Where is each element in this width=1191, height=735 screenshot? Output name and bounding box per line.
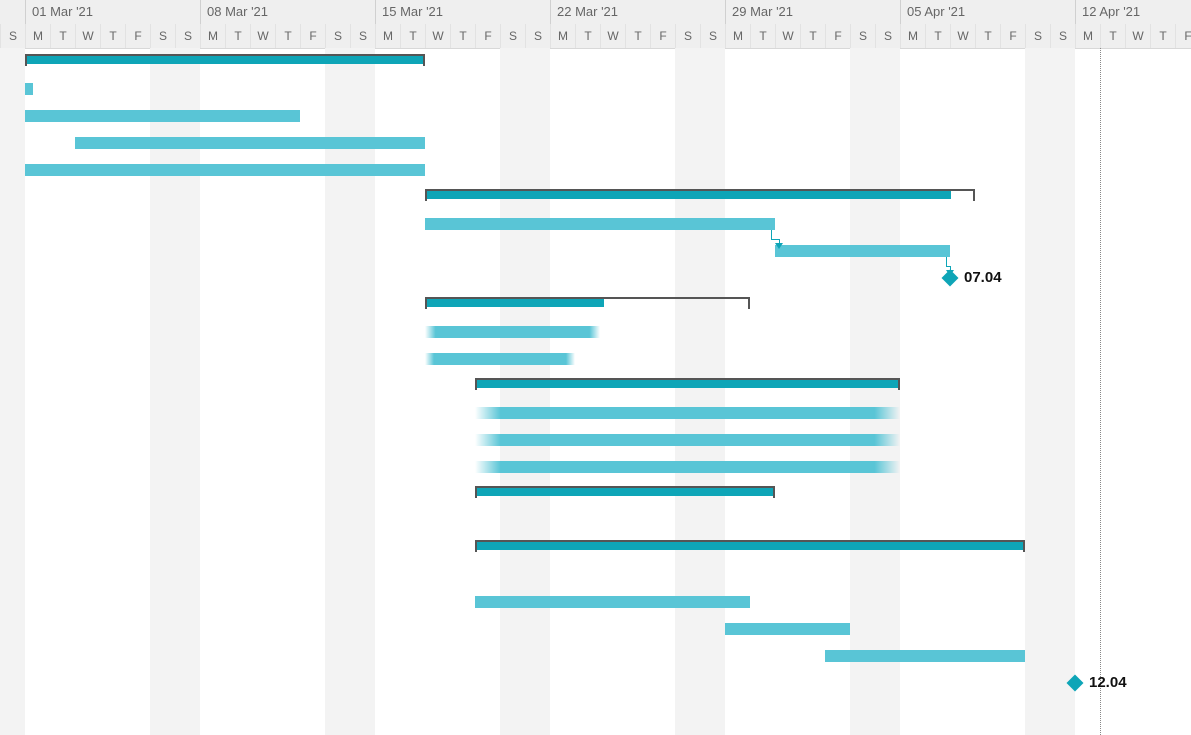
milestone-label: 07.04 [964, 269, 1002, 286]
day-header: T [1100, 24, 1125, 48]
day-header: M [550, 24, 575, 48]
day-header: S [700, 24, 725, 48]
day-header: S [1050, 24, 1075, 48]
day-header: T [275, 24, 300, 48]
timeline-header: 01 Mar '2108 Mar '2115 Mar '2122 Mar '21… [0, 0, 1191, 49]
summary-bar[interactable] [475, 486, 775, 502]
task-bar[interactable] [775, 245, 950, 257]
summary-bar[interactable] [425, 297, 750, 313]
weekend-band [0, 48, 25, 735]
day-header: F [125, 24, 150, 48]
day-header: W [75, 24, 100, 48]
day-header: M [25, 24, 50, 48]
day-header: S [325, 24, 350, 48]
weekend-band [325, 48, 375, 735]
week-header: 22 Mar '21 [550, 0, 725, 24]
day-header: W [775, 24, 800, 48]
summary-bar[interactable] [25, 54, 425, 70]
day-header: S [150, 24, 175, 48]
day-header: S [175, 24, 200, 48]
task-bar[interactable] [25, 110, 300, 122]
day-header: T [100, 24, 125, 48]
task-bar[interactable] [475, 596, 750, 608]
day-header: M [725, 24, 750, 48]
day-header: T [450, 24, 475, 48]
summary-bar[interactable] [475, 540, 1025, 556]
gantt-body[interactable]: 07.04 12.04 [0, 48, 1191, 735]
day-header: M [375, 24, 400, 48]
day-header: W [425, 24, 450, 48]
milestone-label: 12.04 [1089, 674, 1127, 691]
day-header: F [1000, 24, 1025, 48]
task-bar[interactable] [75, 137, 425, 149]
day-header: F [300, 24, 325, 48]
day-header: S [1025, 24, 1050, 48]
weekend-band [1025, 48, 1075, 735]
week-header: 05 Apr '21 [900, 0, 1075, 24]
day-header: S [875, 24, 900, 48]
day-header: S [350, 24, 375, 48]
week-header: 12 Apr '21 [1075, 0, 1191, 24]
week-header: 01 Mar '21 [25, 0, 200, 24]
day-header: T [50, 24, 75, 48]
week-header: 15 Mar '21 [375, 0, 550, 24]
week-header: 08 Mar '21 [200, 0, 375, 24]
today-line [1100, 48, 1101, 735]
day-header: W [950, 24, 975, 48]
day-header: M [200, 24, 225, 48]
task-bar[interactable] [425, 326, 600, 338]
day-header: T [575, 24, 600, 48]
task-bar[interactable] [25, 164, 425, 176]
summary-bar[interactable] [425, 189, 975, 205]
day-header: T [925, 24, 950, 48]
day-header: W [1125, 24, 1150, 48]
day-header: S [500, 24, 525, 48]
day-header: T [400, 24, 425, 48]
task-bar[interactable] [25, 83, 33, 95]
task-bar[interactable] [475, 434, 900, 446]
day-header: M [1075, 24, 1100, 48]
task-bar[interactable] [475, 461, 900, 473]
task-bar[interactable] [425, 218, 775, 230]
day-header: T [625, 24, 650, 48]
weekend-band [150, 48, 200, 735]
day-header: M [900, 24, 925, 48]
day-header: S [850, 24, 875, 48]
day-header: F [1175, 24, 1191, 48]
day-header: S [0, 24, 25, 48]
day-header: T [975, 24, 1000, 48]
summary-bar[interactable] [475, 378, 900, 394]
task-bar[interactable] [475, 407, 900, 419]
day-header: T [225, 24, 250, 48]
task-bar[interactable] [825, 650, 1025, 662]
week-header: 29 Mar '21 [725, 0, 900, 24]
task-bar[interactable] [725, 623, 850, 635]
day-header: T [800, 24, 825, 48]
day-header: S [675, 24, 700, 48]
task-bar[interactable] [425, 353, 575, 365]
day-header: F [650, 24, 675, 48]
day-header: F [475, 24, 500, 48]
day-header: F [825, 24, 850, 48]
gantt-chart[interactable]: 01 Mar '2108 Mar '2115 Mar '2122 Mar '21… [0, 0, 1191, 735]
day-header: T [1150, 24, 1175, 48]
day-header: S [525, 24, 550, 48]
day-header: W [600, 24, 625, 48]
day-header: W [250, 24, 275, 48]
day-header: T [750, 24, 775, 48]
